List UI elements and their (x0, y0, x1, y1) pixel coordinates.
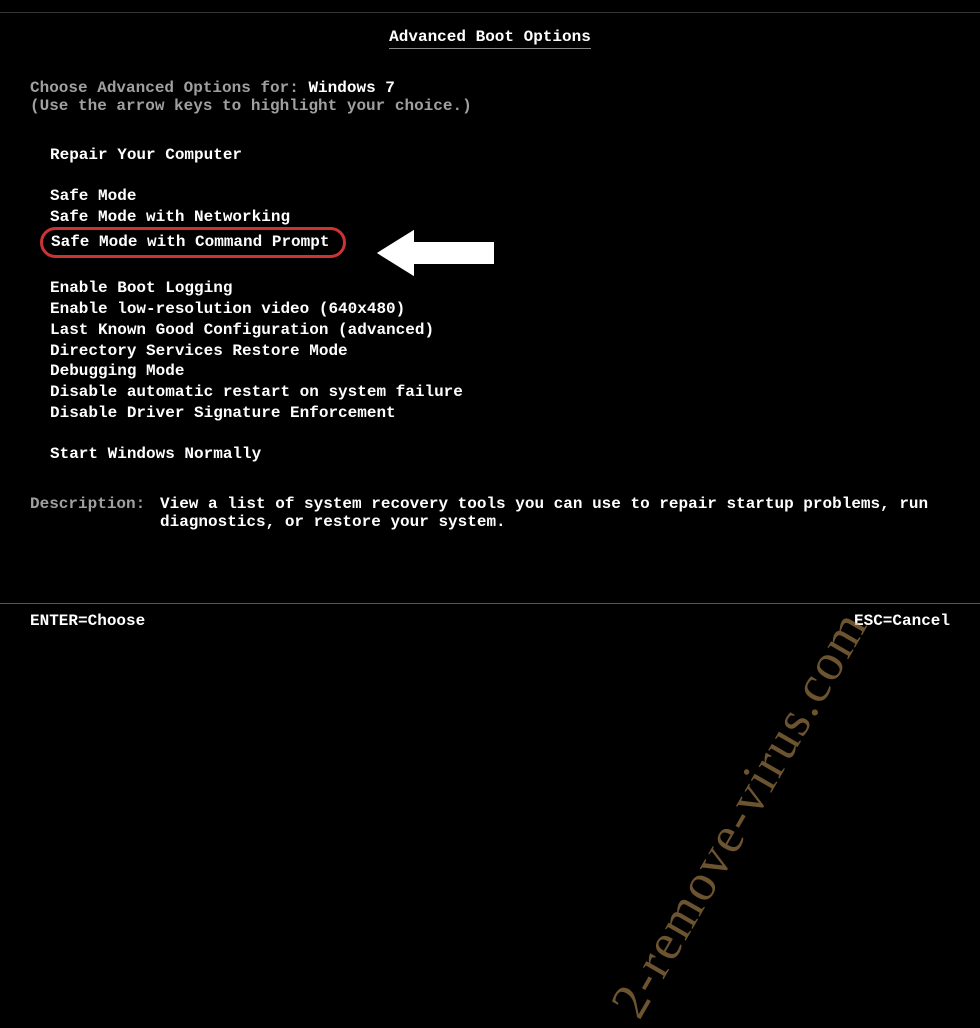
description-section: Description: View a list of system recov… (0, 495, 980, 531)
page-title: Advanced Boot Options (389, 28, 591, 49)
menu-section-1: Repair Your Computer (30, 145, 950, 166)
menu-item-debugging[interactable]: Debugging Mode (30, 361, 950, 382)
highlighted-option: Safe Mode with Command Prompt (40, 227, 346, 258)
menu-item-start-normally[interactable]: Start Windows Normally (30, 444, 950, 465)
enter-hint: ENTER=Choose (30, 612, 145, 630)
watermark-text: 2-remove-virus.com (599, 601, 880, 1028)
menu-section-4: Start Windows Normally (30, 444, 950, 465)
menu-item-last-known-good[interactable]: Last Known Good Configuration (advanced) (30, 320, 950, 341)
esc-hint: ESC=Cancel (854, 612, 950, 630)
annotation-arrow (370, 223, 500, 288)
description-label: Description: (30, 495, 160, 531)
instruction-text: (Use the arrow keys to highlight your ch… (30, 97, 950, 115)
menu-item-low-res-video[interactable]: Enable low-resolution video (640x480) (30, 299, 950, 320)
menu-item-safe-mode[interactable]: Safe Mode (30, 186, 950, 207)
menu-item-directory-services[interactable]: Directory Services Restore Mode (30, 341, 950, 362)
menu-item-disable-driver-sig[interactable]: Disable Driver Signature Enforcement (30, 403, 950, 424)
menu-section-3: Enable Boot Logging Enable low-resolutio… (30, 278, 950, 424)
arrow-icon (370, 223, 500, 283)
choose-prefix: Choose Advanced Options for: (30, 79, 308, 97)
choose-line: Choose Advanced Options for: Windows 7 (30, 79, 950, 97)
menu-item-repair[interactable]: Repair Your Computer (30, 145, 950, 166)
description-text: View a list of system recovery tools you… (160, 495, 980, 531)
os-name: Windows 7 (308, 79, 394, 97)
footer-bar: ENTER=Choose ESC=Cancel (0, 603, 980, 630)
menu-item-disable-restart[interactable]: Disable automatic restart on system fail… (30, 382, 950, 403)
